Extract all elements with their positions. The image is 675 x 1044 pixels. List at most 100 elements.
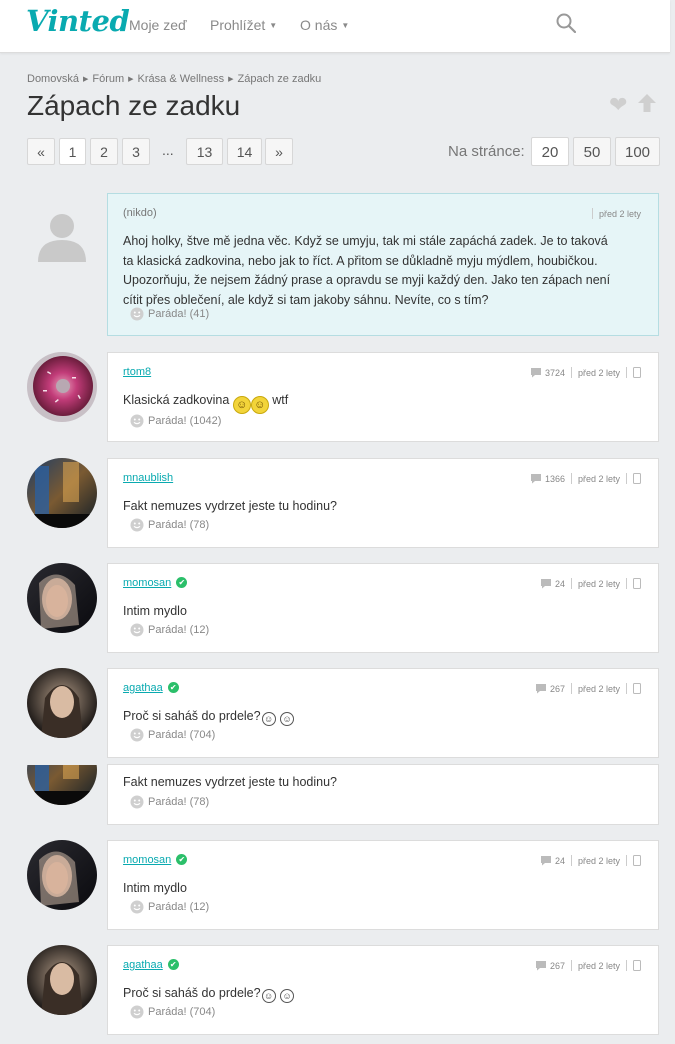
post-username[interactable]: momosan ✔ bbox=[123, 577, 188, 589]
avatar[interactable] bbox=[27, 945, 97, 1015]
avatar[interactable] bbox=[27, 668, 97, 738]
pagination-prev[interactable]: « bbox=[27, 138, 55, 165]
post-text-line: ta klasická zadkovina, nebo jak to říct.… bbox=[123, 253, 598, 268]
phone-icon bbox=[633, 683, 641, 694]
pagination-next[interactable]: » bbox=[265, 138, 293, 165]
post-card: Fakt nemuzes vydrzet jeste tu hodinu? Pa… bbox=[107, 764, 659, 825]
like-reaction[interactable]: Paráda! (704) bbox=[130, 728, 215, 742]
search-icon[interactable] bbox=[556, 13, 576, 33]
post-text: Intim mydlo bbox=[123, 604, 187, 618]
meta-separator bbox=[626, 473, 627, 484]
post-card: momosan ✔ 24 před 2 lety Intim mydlo Parád… bbox=[107, 840, 659, 930]
username-text: momosan bbox=[123, 577, 172, 589]
verified-check-icon: ✔ bbox=[176, 577, 188, 588]
breadcrumb-home[interactable]: Domovská bbox=[27, 73, 79, 85]
caret-down-icon: ▼ bbox=[341, 21, 350, 30]
smiley-icon bbox=[130, 518, 144, 532]
per-page-20[interactable]: 20 bbox=[531, 137, 569, 166]
avatar[interactable] bbox=[27, 563, 97, 633]
post-count: 24 bbox=[554, 578, 565, 589]
like-reaction[interactable]: Paráda! (704) bbox=[130, 1005, 215, 1019]
post-card: agathaa ✔ 267 před 2 lety Proč si saháš do… bbox=[107, 668, 659, 758]
per-page-label: Na stránce: bbox=[448, 143, 525, 160]
post-username[interactable]: agathaa ✔ bbox=[123, 959, 179, 971]
like-reaction[interactable]: Paráda! (78) bbox=[130, 795, 209, 809]
reaction-count: Paráda! (78) bbox=[148, 796, 210, 808]
smile-emoji-icon: ☺ bbox=[280, 712, 295, 726]
post-time: před 2 lety bbox=[577, 960, 620, 971]
meta-separator bbox=[591, 208, 593, 219]
phone-icon bbox=[633, 367, 641, 378]
arrow-up-icon[interactable] bbox=[637, 93, 657, 113]
comment-icon bbox=[540, 856, 551, 866]
avatar[interactable] bbox=[27, 458, 97, 528]
post-username[interactable]: agathaa ✔ bbox=[123, 682, 179, 694]
nav-about[interactable]: O nás ▼ bbox=[300, 17, 349, 33]
meta-separator bbox=[570, 473, 572, 484]
comment-icon bbox=[535, 961, 546, 971]
reaction-count: Paráda! (12) bbox=[148, 901, 210, 913]
meta-separator bbox=[570, 578, 572, 589]
thread-title: Zápach ze zadku bbox=[27, 90, 241, 121]
smile-emoji-icon: ☺ bbox=[232, 396, 251, 414]
like-reaction[interactable]: Paráda! (1042) bbox=[130, 414, 221, 428]
meta-separator bbox=[570, 367, 572, 378]
meta-separator bbox=[570, 960, 572, 971]
meta-separator bbox=[570, 683, 572, 694]
breadcrumb: Domovská ▶ Fórum ▶ Krása & Wellness ▶ Zápach z… bbox=[27, 73, 321, 85]
nav-browse[interactable]: Prohlížet ▼ bbox=[210, 17, 277, 33]
verified-check-icon: ✔ bbox=[176, 854, 188, 865]
post-meta: 267 před 2 lety bbox=[535, 960, 641, 971]
post-text: Fakt nemuzes vydrzet jeste tu hodinu? bbox=[123, 499, 338, 513]
per-page-100[interactable]: 100 bbox=[615, 137, 660, 166]
breadcrumb-current[interactable]: Zápach ze zadku bbox=[238, 73, 322, 85]
comment-icon bbox=[530, 474, 541, 484]
post-time: před 2 lety bbox=[577, 683, 620, 694]
meta-separator bbox=[626, 855, 627, 866]
breadcrumb-category[interactable]: Krása & Wellness bbox=[138, 73, 225, 85]
chevron-right-icon: ▶ bbox=[128, 76, 134, 83]
post-count: 3724 bbox=[544, 367, 565, 378]
smiley-icon bbox=[130, 728, 144, 742]
like-reaction[interactable]: Paráda! (41) bbox=[130, 307, 209, 321]
avatar[interactable] bbox=[27, 765, 97, 805]
avatar[interactable] bbox=[27, 352, 97, 422]
pagination-page-3[interactable]: 3 bbox=[122, 138, 150, 165]
post-card: agathaa ✔ 267 před 2 lety Proč si saháš do… bbox=[107, 945, 659, 1035]
post-time: před 2 lety bbox=[577, 578, 620, 589]
post-text-suffix: wtf bbox=[272, 393, 289, 407]
meta-separator bbox=[626, 367, 627, 378]
verified-check-icon: ✔ bbox=[167, 959, 179, 970]
username-text: agathaa bbox=[123, 959, 163, 971]
meta-separator bbox=[626, 683, 627, 694]
chevron-right-icon: ▶ bbox=[82, 76, 89, 83]
avatar[interactable] bbox=[27, 840, 97, 910]
nav-my-wall[interactable]: Moje zeď bbox=[129, 17, 187, 33]
post-text-line: Upozorňuju, že nejsem žádný prase a opra… bbox=[123, 273, 611, 288]
post-username[interactable]: mnaublish bbox=[123, 472, 173, 484]
avatar[interactable] bbox=[27, 207, 97, 277]
phone-icon bbox=[633, 855, 641, 866]
post-meta: 24 před 2 lety bbox=[540, 578, 641, 589]
post-username[interactable]: rtom8 bbox=[123, 366, 151, 378]
pagination-page-14[interactable]: 14 bbox=[227, 138, 262, 165]
post-meta: 267 před 2 lety bbox=[535, 683, 641, 694]
pagination-page-1[interactable]: 1 bbox=[59, 138, 86, 165]
like-reaction[interactable]: Paráda! (12) bbox=[130, 623, 209, 637]
chevron-right-icon: ▶ bbox=[228, 76, 234, 83]
post-text: Intim mydlo bbox=[123, 881, 187, 895]
like-reaction[interactable]: Paráda! (12) bbox=[130, 900, 209, 914]
meta-separator bbox=[570, 855, 572, 866]
breadcrumb-forum[interactable]: Fórum bbox=[92, 73, 124, 85]
vinted-logo[interactable]: Vinted bbox=[26, 4, 130, 38]
meta-separator bbox=[626, 960, 627, 971]
pagination-page-13[interactable]: 13 bbox=[186, 138, 223, 165]
smiley-icon bbox=[130, 1005, 144, 1019]
pagination-page-2[interactable]: 2 bbox=[90, 138, 118, 165]
like-reaction[interactable]: Paráda! (78) bbox=[130, 518, 209, 532]
post-card: momosan ✔ 24 před 2 lety Intim mydlo Parád… bbox=[107, 563, 659, 653]
per-page-50[interactable]: 50 bbox=[573, 137, 611, 166]
post-card: rtom8 3724 před 2 lety Klasická zadkovina… bbox=[107, 352, 659, 442]
heart-icon[interactable]: ❤ bbox=[609, 94, 627, 116]
post-username[interactable]: momosan ✔ bbox=[123, 854, 188, 866]
